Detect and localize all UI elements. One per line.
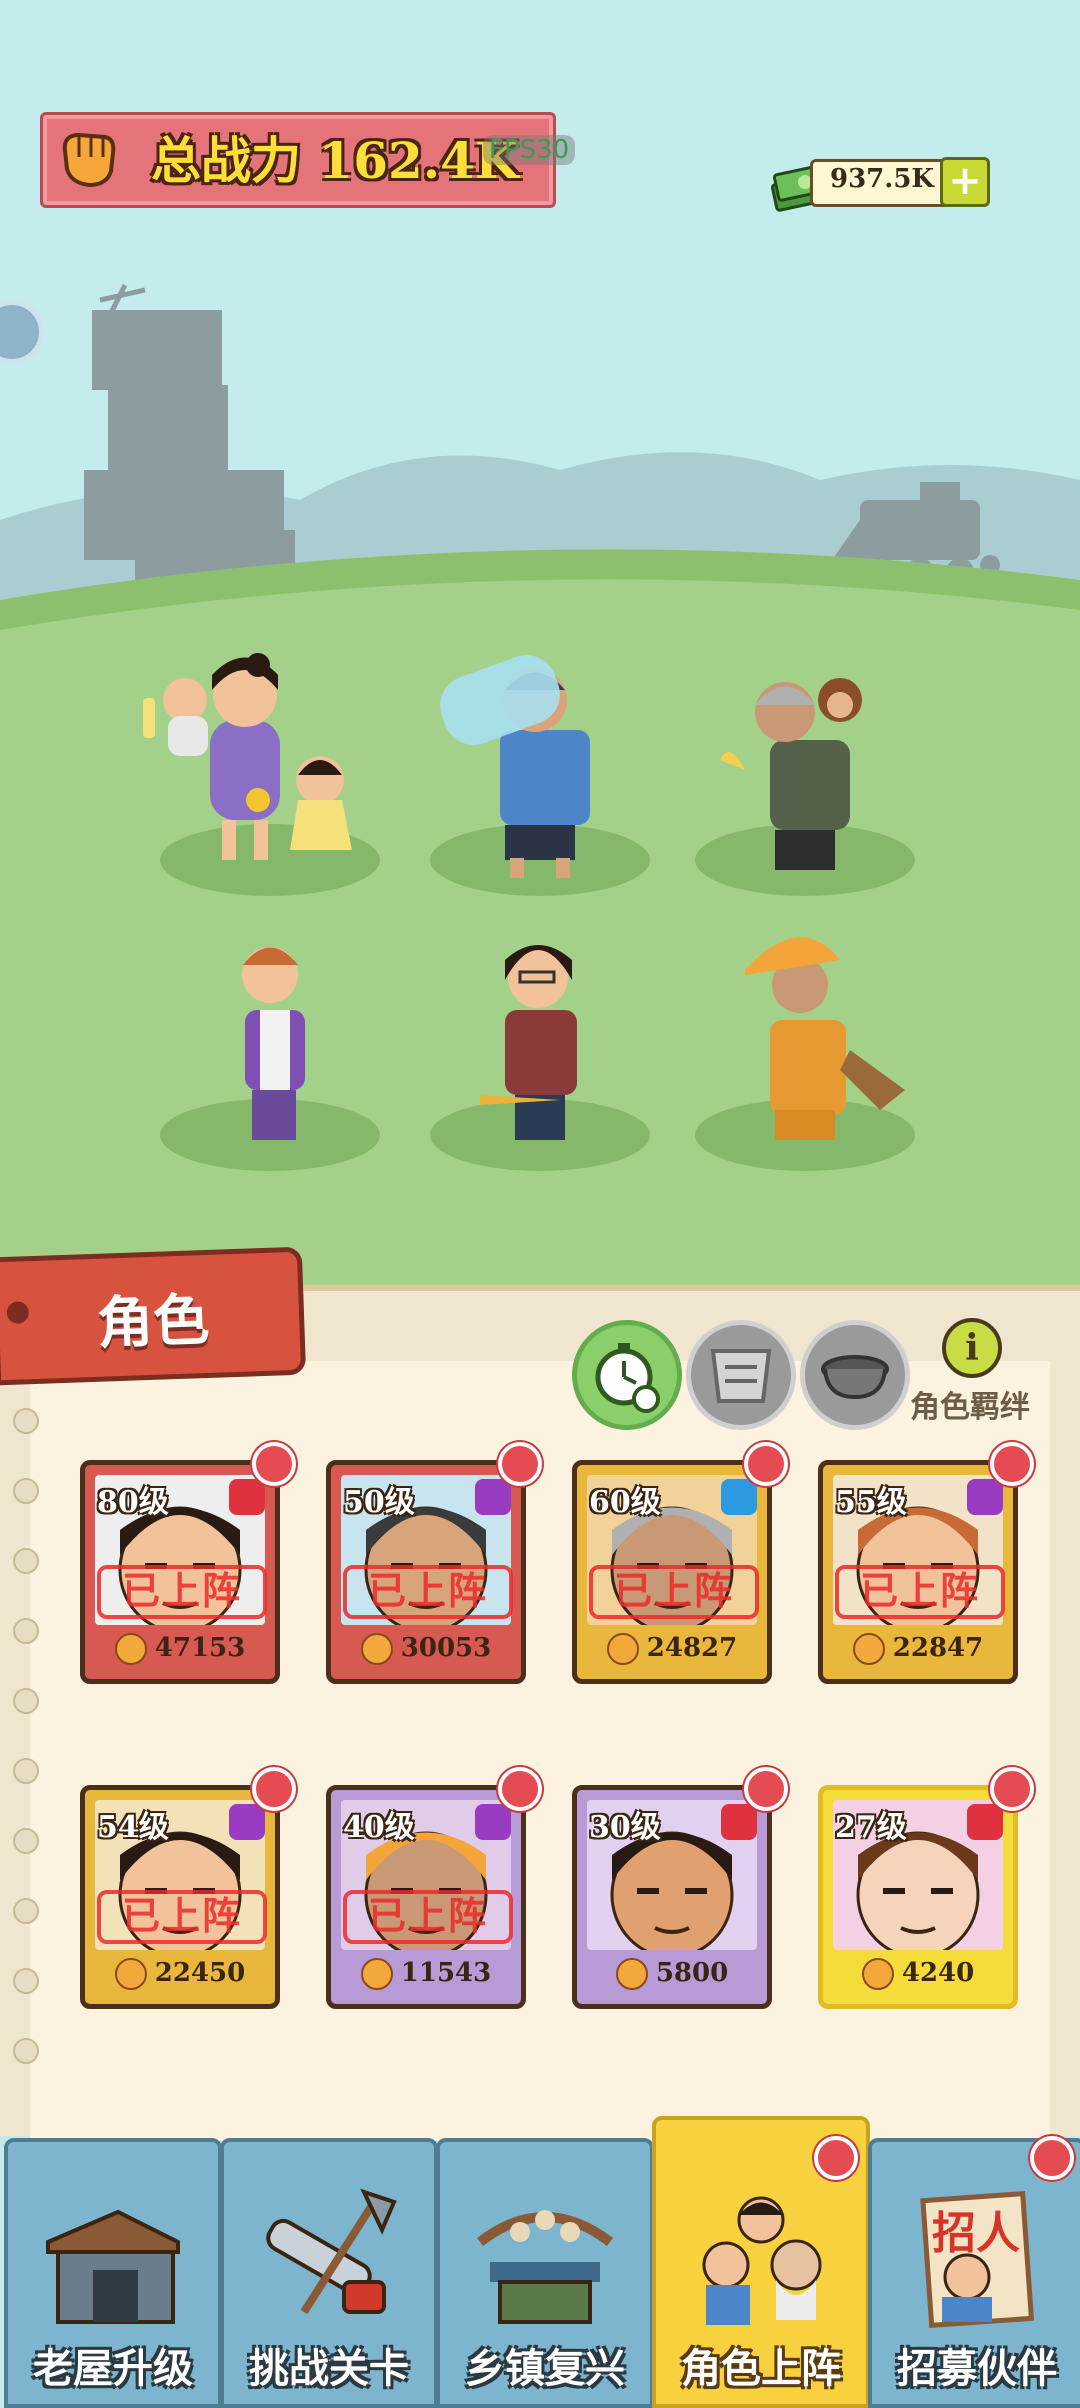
notification-dot xyxy=(252,1767,296,1811)
cross-swords-icon xyxy=(721,1804,757,1840)
character-power-value: 22450 xyxy=(154,1958,246,1988)
character-power: 4240 xyxy=(823,1958,1013,1990)
bottom-navigation: 老屋升级 挑战关卡 乡镇复兴 角色上阵 招人 招募伙伴 xyxy=(0,2116,1080,2408)
fist-icon xyxy=(114,1633,147,1665)
fist-icon xyxy=(114,1958,147,1990)
character-level: 55级 xyxy=(835,1485,907,1520)
currency-display: 937.5K + xyxy=(770,155,990,212)
total-power-label: 总战力 162.4K xyxy=(151,131,519,190)
character-power: 11543 xyxy=(331,1958,521,1990)
notification-dot xyxy=(814,2136,858,2180)
add-currency-button[interactable]: + xyxy=(940,157,990,207)
character-power-value: 5800 xyxy=(655,1958,729,1988)
notification-dot xyxy=(990,1767,1034,1811)
filter-stopwatch-button[interactable] xyxy=(572,1320,682,1430)
character-power-value: 47153 xyxy=(154,1633,246,1663)
nav-characters-deploy-label: 角色上阵 xyxy=(681,2346,841,2392)
character-power: 24827 xyxy=(577,1633,767,1665)
character-power-value: 4240 xyxy=(901,1958,975,1988)
character-level: 80级 xyxy=(97,1485,169,1520)
character-level: 30级 xyxy=(589,1810,661,1845)
pot-icon xyxy=(821,1355,889,1400)
info-icon[interactable]: i xyxy=(942,1318,1002,1378)
notification-dot xyxy=(744,1767,788,1811)
deployed-stamp: 已上阵 xyxy=(835,1565,1005,1619)
nav-town-revival-label: 乡镇复兴 xyxy=(465,2346,625,2392)
notification-dot xyxy=(252,1442,296,1486)
character-power: 30053 xyxy=(331,1633,521,1665)
notification-dot xyxy=(498,1767,542,1811)
character-power-value: 30053 xyxy=(400,1633,492,1663)
nav-town-revival[interactable]: 乡镇复兴 xyxy=(436,2138,654,2408)
nav-challenge-stage-label: 挑战关卡 xyxy=(249,2346,409,2392)
spiral-icon xyxy=(475,1479,511,1515)
character-level: 54级 xyxy=(97,1810,169,1845)
character-power: 5800 xyxy=(577,1958,767,1990)
character-card[interactable]: 40级已上阵 11543 xyxy=(326,1785,526,2009)
nav-upgrade-house-label: 老屋升级 xyxy=(33,2346,193,2392)
character-card[interactable]: 50级已上阵 30053 xyxy=(326,1460,526,1684)
recruit-poster-text: 招人 xyxy=(932,2208,1020,2259)
character-card[interactable]: 55级已上阵 22847 xyxy=(818,1460,1018,1684)
character-power-value: 11543 xyxy=(400,1958,492,1988)
spiral-icon xyxy=(229,1804,265,1840)
notification-dot xyxy=(744,1442,788,1486)
character-card[interactable]: 54级已上阵 22450 xyxy=(80,1785,280,2009)
character-power-value: 22847 xyxy=(892,1633,984,1663)
nav-upgrade-house[interactable]: 老屋升级 xyxy=(4,2138,222,2408)
house-icon xyxy=(46,2209,180,2324)
fist-icon xyxy=(62,132,116,188)
tab-characters[interactable]: 角色 xyxy=(0,1246,307,1386)
character-level: 50级 xyxy=(343,1485,415,1520)
character-card[interactable]: 80级已上阵 47153 xyxy=(80,1460,280,1684)
filter-pot-button[interactable] xyxy=(800,1320,910,1430)
spiral-icon xyxy=(475,1804,511,1840)
gourmet-badge-icon xyxy=(710,1349,772,1403)
character-card[interactable]: 60级已上阵 24827 xyxy=(572,1460,772,1684)
chainsaw-shovel-icon xyxy=(266,2188,397,2315)
character-power: 22847 xyxy=(823,1633,1013,1665)
deployed-stamp: 已上阵 xyxy=(589,1565,759,1619)
character-level: 40级 xyxy=(343,1810,415,1845)
spiral-icon xyxy=(967,1479,1003,1515)
deployed-stamp: 已上阵 xyxy=(343,1890,513,1944)
character-card[interactable]: 30级 5800 xyxy=(572,1785,772,2009)
character-power-value: 24827 xyxy=(646,1633,738,1663)
fist-icon xyxy=(360,1633,393,1665)
character-power: 22450 xyxy=(85,1958,275,1990)
character-level: 27级 xyxy=(835,1810,907,1845)
notification-dot xyxy=(498,1442,542,1486)
filter-gourmet-button[interactable] xyxy=(686,1320,796,1430)
character-power: 47153 xyxy=(85,1633,275,1665)
character-card[interactable]: 27级 4240 xyxy=(818,1785,1018,2009)
tab-hole xyxy=(6,1301,30,1324)
tab-characters-label: 角色 xyxy=(96,1287,211,1357)
market-stall-icon xyxy=(476,2210,614,2324)
nav-recruit-partners-label: 招募伙伴 xyxy=(897,2346,1057,2392)
cross-swords-icon xyxy=(229,1479,265,1515)
fps-counter: FPS30 xyxy=(483,135,576,165)
fist-icon xyxy=(606,1633,639,1665)
fist-icon xyxy=(852,1633,885,1665)
fist-icon xyxy=(615,1958,648,1990)
cross-swords-icon xyxy=(967,1804,1003,1840)
currency-value: 937.5K xyxy=(830,164,935,194)
character-level: 60级 xyxy=(589,1485,661,1520)
stopwatch-icon xyxy=(595,1343,660,1413)
fist-icon xyxy=(861,1958,894,1990)
character-bond-label[interactable]: 角色羁绊 xyxy=(910,1382,1030,1426)
fist-icon xyxy=(360,1958,393,1990)
paw-icon xyxy=(721,1479,757,1515)
notification-dot xyxy=(1030,2136,1074,2180)
notebook-rings xyxy=(13,1408,39,2064)
deployed-stamp: 已上阵 xyxy=(343,1565,513,1619)
notification-dot xyxy=(990,1442,1034,1486)
nav-challenge-stage[interactable]: 挑战关卡 xyxy=(220,2138,438,2408)
total-power-banner: 总战力 162.4K FPS30 xyxy=(40,112,576,208)
deployed-stamp: 已上阵 xyxy=(97,1565,267,1619)
deployed-stamp: 已上阵 xyxy=(97,1890,267,1944)
characters-icon xyxy=(702,2196,822,2325)
